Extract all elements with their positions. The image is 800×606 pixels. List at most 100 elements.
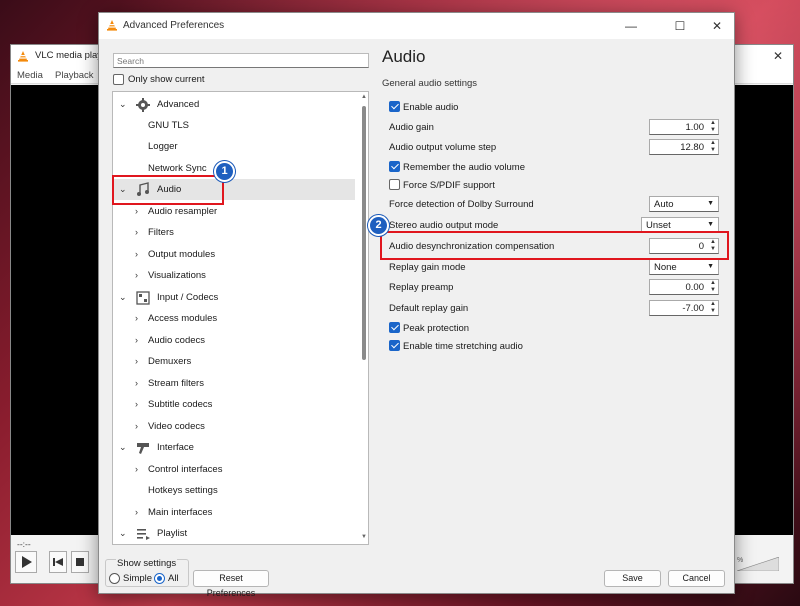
save-button[interactable]: Save: [604, 570, 661, 587]
spin-arrows-icon[interactable]: ▲ ▼: [710, 140, 716, 154]
default-replay-gain-spinbox[interactable]: -7.00 ▲ ▼: [649, 300, 719, 316]
advanced-preferences-dialog: Advanced Preferences — ☐ ✕ Only show cur…: [98, 12, 735, 598]
tree-item-logger[interactable]: Logger: [113, 136, 355, 157]
close-icon[interactable]: ✕: [773, 49, 783, 63]
tree-item-output-modules[interactable]: › Output modules: [113, 244, 355, 265]
vlc-window-title: VLC media playe: [35, 50, 108, 61]
enable-audio-box[interactable]: [389, 101, 400, 112]
menu-playback[interactable]: Playback: [55, 70, 94, 81]
playlist-icon: [137, 529, 150, 540]
all-radio[interactable]: [154, 573, 165, 584]
play-button[interactable]: [15, 551, 37, 573]
simple-radio-label: Simple: [123, 573, 153, 584]
previous-icon: [53, 558, 63, 566]
tree-item-label: Hotkeys settings: [148, 485, 218, 496]
chevron-right-icon[interactable]: ›: [135, 227, 138, 237]
tree-item-label: Network Sync: [148, 163, 207, 174]
tree-item-hotkeys-settings[interactable]: Hotkeys settings: [113, 480, 355, 501]
audio-gain-spinbox[interactable]: 1.00 ▲ ▼: [649, 119, 719, 135]
volume-slider[interactable]: %: [736, 556, 780, 572]
cancel-button[interactable]: Cancel: [668, 570, 725, 587]
tree-item-label: Stream filters: [148, 378, 204, 389]
tree-item-filters[interactable]: › Filters: [113, 222, 355, 243]
chevron-down-icon[interactable]: ▼: [707, 263, 714, 270]
chevron-down-icon[interactable]: ▼: [707, 221, 714, 228]
tree-item-audio-codecs[interactable]: › Audio codecs: [113, 330, 355, 351]
chevron-right-icon[interactable]: ›: [135, 249, 138, 259]
stop-icon: [76, 558, 84, 566]
tree-item-stream-filters[interactable]: › Stream filters: [113, 373, 355, 394]
tree-item-label: Input / Codecs: [157, 292, 219, 303]
chevron-right-icon[interactable]: ›: [135, 313, 138, 323]
minimize-icon[interactable]: —: [619, 16, 643, 36]
previous-button[interactable]: [49, 551, 67, 573]
chevron-down-icon[interactable]: ⌄: [119, 442, 127, 453]
chevron-down-icon[interactable]: ⌄: [119, 99, 127, 110]
chevron-right-icon[interactable]: ›: [135, 356, 138, 366]
tree-item-gnu-tls[interactable]: GNU TLS: [113, 115, 355, 136]
peak-protection-checkbox[interactable]: Peak protection: [389, 320, 719, 337]
chevron-right-icon[interactable]: ›: [135, 399, 138, 409]
tree-item-control-interfaces[interactable]: › Control interfaces: [113, 459, 355, 480]
tree-item-main-interfaces[interactable]: › Main interfaces: [113, 502, 355, 523]
time-stretch-box[interactable]: [389, 340, 400, 351]
tree-item-playlist[interactable]: ⌄ Playlist: [113, 523, 355, 544]
close-icon[interactable]: ✕: [705, 16, 729, 36]
tree-item-demuxers[interactable]: › Demuxers: [113, 351, 355, 372]
reset-preferences-button[interactable]: Reset Preferences: [193, 570, 269, 598]
chevron-right-icon[interactable]: ›: [135, 421, 138, 431]
maximize-icon[interactable]: ☐: [668, 16, 692, 36]
chevron-down-icon[interactable]: ▼: [707, 200, 714, 207]
replay-gain-mode-dropdown[interactable]: None ▼: [649, 259, 719, 275]
dolby-dropdown[interactable]: Auto ▼: [649, 196, 719, 212]
dialog-title: Advanced Preferences: [123, 20, 225, 31]
tree-item-access-modules[interactable]: › Access modules: [113, 308, 355, 329]
enable-audio-checkbox[interactable]: Enable audio: [389, 99, 719, 116]
scroll-up-icon[interactable]: ▲: [361, 94, 367, 100]
combo-value: Auto: [654, 199, 674, 210]
force-spdif-box[interactable]: [389, 179, 400, 190]
spin-arrows-icon[interactable]: ▲ ▼: [710, 301, 716, 315]
tree-item-advanced[interactable]: ⌄ Advanced: [113, 94, 355, 115]
time-stretch-checkbox[interactable]: Enable time stretching audio: [389, 338, 719, 355]
tree-item-interface[interactable]: ⌄ Interface: [113, 437, 355, 458]
simple-radio[interactable]: [109, 573, 120, 584]
spin-arrows-icon[interactable]: ▲ ▼: [710, 120, 716, 134]
chevron-right-icon[interactable]: ›: [135, 507, 138, 517]
chevron-right-icon[interactable]: ›: [135, 464, 138, 474]
replay-preamp-spinbox[interactable]: 0.00 ▲ ▼: [649, 279, 719, 295]
only-show-current-box[interactable]: [113, 74, 124, 85]
stop-button[interactable]: [71, 551, 89, 573]
spin-arrows-icon[interactable]: ▲ ▼: [710, 280, 716, 294]
chevron-right-icon[interactable]: ›: [135, 378, 138, 388]
chevron-down-icon[interactable]: ⌄: [119, 292, 127, 303]
category-tree[interactable]: ⌄ Advanced GNU TLS Logger Network Sync ⌄…: [112, 91, 369, 545]
tree-item-visualizations[interactable]: › Visualizations: [113, 265, 355, 286]
setting-label: Default replay gain: [389, 303, 469, 314]
highlight-box-audio: [112, 175, 224, 205]
only-show-current-label: Only show current: [128, 74, 205, 85]
volume-step-spinbox[interactable]: 12.80 ▲ ▼: [649, 139, 719, 155]
volume-step-row: Audio output volume step 12.80 ▲ ▼: [389, 139, 719, 156]
chevron-right-icon[interactable]: ›: [135, 270, 138, 280]
tree-scrollbar[interactable]: [362, 106, 366, 360]
force-spdif-checkbox[interactable]: Force S/PDIF support: [389, 177, 719, 194]
remember-volume-box[interactable]: [389, 161, 400, 172]
chevron-down-icon[interactable]: ⌄: [119, 528, 127, 539]
default-replay-gain-row: Default replay gain -7.00 ▲ ▼: [389, 300, 719, 317]
tree-item-input-codecs[interactable]: ⌄ Input / Codecs: [113, 287, 355, 308]
tree-item-subtitle-codecs[interactable]: › Subtitle codecs: [113, 394, 355, 415]
setting-label: Audio output volume step: [389, 142, 497, 153]
scroll-down-icon[interactable]: ▼: [361, 534, 367, 540]
search-input[interactable]: [113, 53, 369, 68]
tree-item-label: Main interfaces: [148, 507, 213, 518]
vlc-cone-icon: [107, 20, 117, 31]
interface-icon: [137, 443, 149, 454]
menu-media[interactable]: Media: [17, 70, 43, 81]
tree-item-video-codecs[interactable]: › Video codecs: [113, 416, 355, 437]
chevron-right-icon[interactable]: ›: [135, 335, 138, 345]
panel-title: Audio: [382, 47, 426, 66]
chevron-right-icon[interactable]: ›: [135, 206, 138, 216]
peak-protection-box[interactable]: [389, 322, 400, 333]
remember-volume-checkbox[interactable]: Remember the audio volume: [389, 159, 719, 176]
